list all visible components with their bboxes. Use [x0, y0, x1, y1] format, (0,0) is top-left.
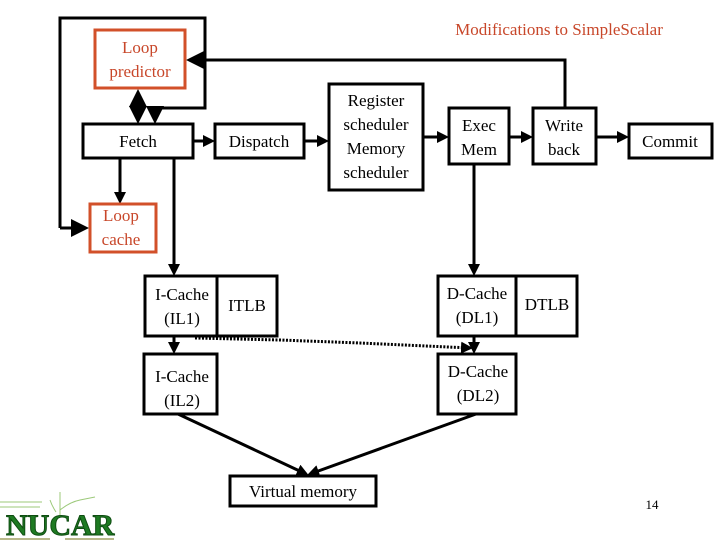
dcache-l1-node: D-Cache (DL1)	[436, 274, 518, 338]
page-number: 14	[646, 497, 660, 512]
itlb-label: ITLB	[228, 296, 266, 315]
write-back-label-line1: Write	[545, 116, 583, 135]
dtlb-node: DTLB	[514, 274, 579, 338]
dcache-l2-label-line2: (DL2)	[457, 386, 499, 405]
fetch-label: Fetch	[119, 132, 157, 151]
exec-mem-label-line2: Mem	[461, 140, 497, 159]
write-back-label-line2: back	[548, 140, 581, 159]
slide-title: Modifications to SimpleScalar	[455, 20, 663, 39]
dcache-l2-label-line1: D-Cache	[448, 362, 508, 381]
connector-dl2-vm	[307, 412, 477, 477]
loop-cache-node: Loop cache	[88, 202, 158, 254]
icache-l2-label-line1: I-Cache	[155, 367, 209, 386]
dcache-l1-label-line2: (DL1)	[456, 308, 498, 327]
commit-label: Commit	[642, 132, 698, 151]
pipeline-diagram: Modifications to SimpleScalar Loop predi…	[0, 16, 714, 540]
connector-il2-vm	[177, 412, 309, 476]
nucar-logo: NUCAR	[0, 492, 115, 540]
exec-mem-node: Exec Mem	[447, 106, 511, 166]
scheduler-label-line2: scheduler	[343, 115, 408, 134]
virtual-memory-node: Virtual memory	[228, 474, 378, 508]
loop-cache-label-line2: cache	[102, 230, 141, 249]
itlb-node: ITLB	[215, 274, 279, 338]
loop-predictor-label-line2: predictor	[109, 62, 171, 81]
dispatch-node: Dispatch	[213, 122, 306, 160]
dcache-l2-node: D-Cache (DL2)	[436, 352, 518, 416]
dcache-l1-label-line1: D-Cache	[447, 284, 507, 303]
icache-l1-node: I-Cache (IL1)	[143, 274, 219, 338]
scheduler-label-line1: Register	[348, 91, 405, 110]
connector-il1-dl2-dotted	[194, 336, 473, 354]
dtlb-label: DTLB	[525, 295, 569, 314]
virtual-memory-label: Virtual memory	[249, 482, 358, 501]
icache-l1-label-line1: I-Cache	[155, 285, 209, 304]
icache-l2-label-line2: (IL2)	[164, 391, 200, 410]
loop-cache-label-line1: Loop	[103, 206, 139, 225]
loop-predictor-label-line1: Loop	[122, 38, 158, 57]
scheduler-node: Register scheduler Memory scheduler	[327, 82, 425, 192]
scheduler-label-line3: Memory	[347, 139, 406, 158]
logo-text: NUCAR	[6, 509, 115, 540]
commit-node: Commit	[627, 122, 714, 160]
exec-mem-label-line1: Exec	[462, 116, 496, 135]
loop-predictor-node: Loop predictor	[93, 28, 187, 90]
dispatch-label: Dispatch	[229, 132, 290, 151]
fetch-node: Fetch	[81, 122, 195, 160]
scheduler-label-line4: scheduler	[343, 163, 408, 182]
icache-l2-node: I-Cache (IL2)	[142, 352, 219, 416]
icache-l1-label-line2: (IL1)	[164, 309, 200, 328]
write-back-node: Write back	[531, 106, 598, 166]
